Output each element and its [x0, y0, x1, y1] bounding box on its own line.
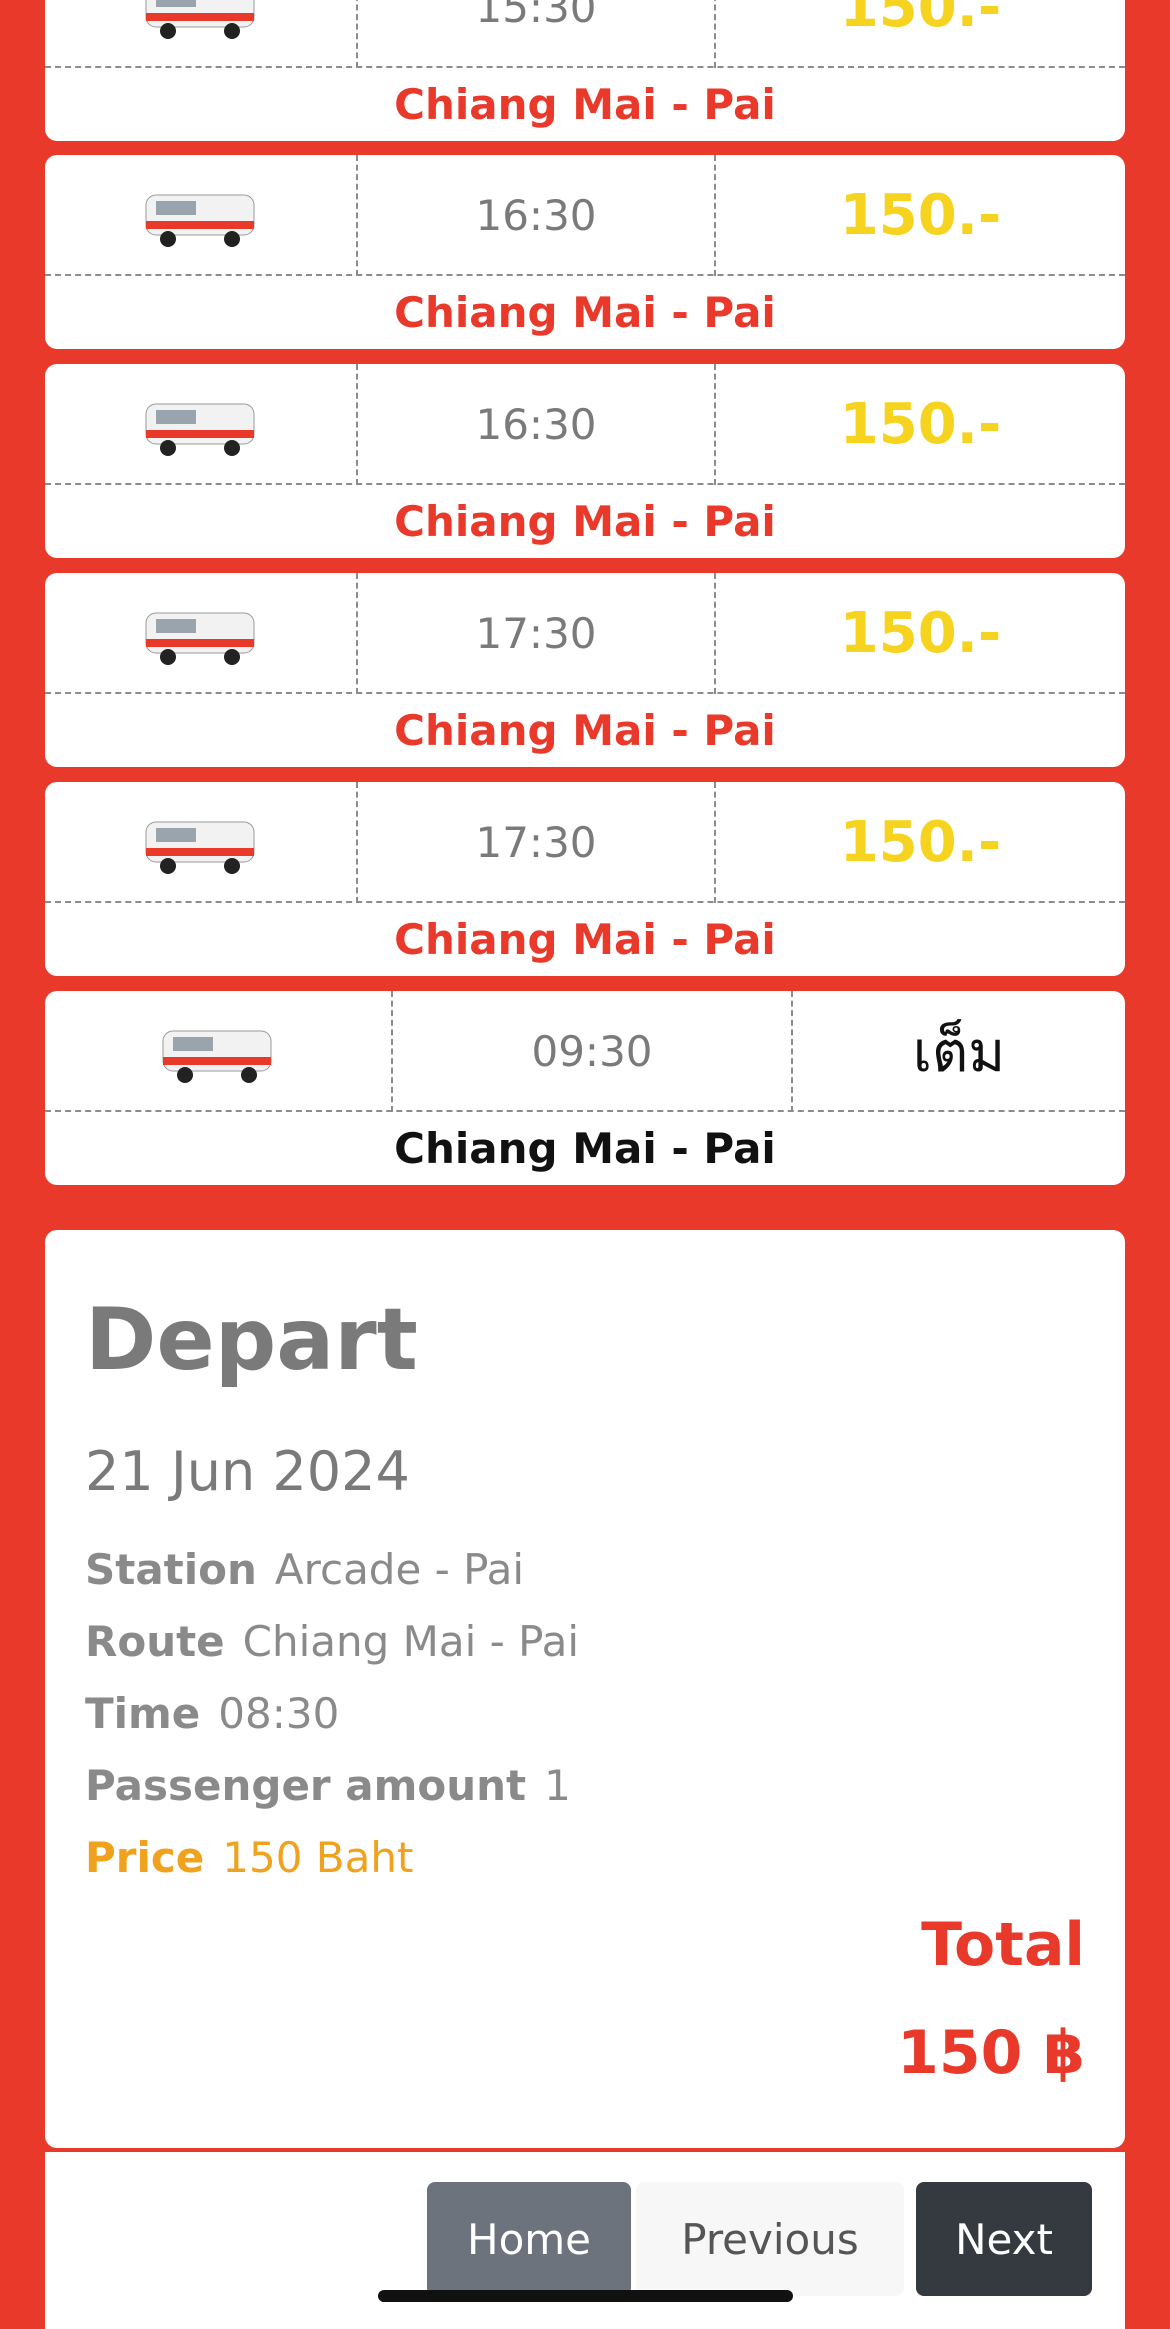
home-indicator: [378, 2290, 793, 2302]
next-button[interactable]: Next: [916, 2182, 1092, 2296]
trip-price: 150.-: [839, 0, 1002, 40]
trip-card[interactable]: 15:30 150.- Chiang Mai - Pai: [45, 0, 1125, 141]
van-image: [45, 0, 358, 68]
van-image: [45, 991, 393, 1112]
price-label: Price: [85, 1833, 205, 1882]
trip-time: 17:30: [358, 782, 716, 903]
trip-route: Chiang Mai - Pai: [394, 915, 776, 964]
price-value: 150 Baht: [222, 1833, 414, 1882]
trip-time: 16:30: [358, 155, 716, 276]
trip-time: 17:30: [358, 573, 716, 694]
station-label: Station: [85, 1545, 257, 1594]
trip-price: 150.-: [839, 601, 1002, 666]
passenger-value: 1: [544, 1761, 571, 1810]
passenger-label: Passenger amount: [85, 1761, 527, 1810]
station-value: Arcade - Pai: [274, 1545, 525, 1594]
van-image: [45, 782, 358, 903]
passenger-row: Passenger amount 1: [85, 1761, 571, 1810]
summary-title: Depart: [85, 1290, 418, 1390]
booking-summary: Depart 21 Jun 2024 Station Arcade - Pai R…: [45, 1230, 1125, 2148]
home-button[interactable]: Home: [427, 2182, 631, 2296]
trip-price: 150.-: [839, 810, 1002, 875]
trip-card[interactable]: 17:30 150.- Chiang Mai - Pai: [45, 573, 1125, 767]
trip-route: Chiang Mai - Pai: [394, 1124, 776, 1173]
trip-time: 16:30: [358, 364, 716, 485]
trip-price: 150.-: [839, 392, 1002, 457]
trip-time: 15:30: [358, 0, 716, 68]
van-image: [45, 573, 358, 694]
trip-time: 09:30: [393, 991, 793, 1112]
trip-card[interactable]: 17:30 150.- Chiang Mai - Pai: [45, 782, 1125, 976]
trip-route: Chiang Mai - Pai: [394, 497, 776, 546]
station-row: Station Arcade - Pai: [85, 1545, 524, 1594]
total-label: Total: [921, 1910, 1085, 1980]
route-value: Chiang Mai - Pai: [242, 1617, 579, 1666]
time-value: 08:30: [218, 1689, 340, 1738]
trip-route: Chiang Mai - Pai: [394, 706, 776, 755]
trip-full-status: เต็ม: [912, 1020, 1006, 1085]
trip-price: 150.-: [839, 183, 1002, 248]
total-value: 150 ฿: [897, 2018, 1085, 2088]
route-label: Route: [85, 1617, 225, 1666]
previous-button[interactable]: Previous: [636, 2182, 904, 2296]
route-row: Route Chiang Mai - Pai: [85, 1617, 579, 1666]
trip-card-full: 09:30 เต็ม Chiang Mai - Pai: [45, 991, 1125, 1185]
van-image: [45, 155, 358, 276]
footer-nav: Home Previous Next: [45, 2152, 1125, 2329]
price-row: Price 150 Baht: [85, 1833, 413, 1882]
trip-route: Chiang Mai - Pai: [394, 288, 776, 337]
trip-card[interactable]: 16:30 150.- Chiang Mai - Pai: [45, 364, 1125, 558]
trip-route: Chiang Mai - Pai: [394, 80, 776, 129]
trip-card[interactable]: 16:30 150.- Chiang Mai - Pai: [45, 155, 1125, 349]
time-row: Time 08:30: [85, 1689, 339, 1738]
time-label: Time: [85, 1689, 201, 1738]
summary-date: 21 Jun 2024: [85, 1440, 410, 1503]
van-image: [45, 364, 358, 485]
